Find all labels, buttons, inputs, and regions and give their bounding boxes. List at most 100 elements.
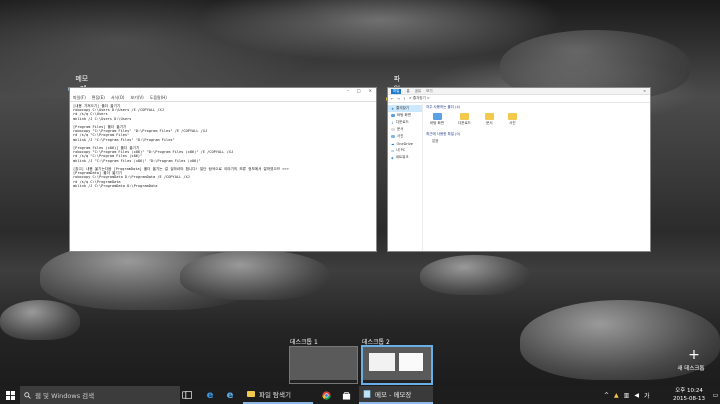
folder-label: 바탕 화면 — [430, 121, 444, 125]
notepad-text-area[interactable]: [내용 가져오기] 폴더 옮기기 robocopy C:\Users D:\Use… — [70, 102, 376, 190]
explorer-content: 자주 사용하는 폴더 (4) 바탕 화면 다운로드 문서 사진 최근에 사용한 … — [424, 102, 650, 251]
network-icon[interactable]: ▥ — [624, 392, 630, 399]
search-placeholder: 웹 및 Windows 검색 — [35, 392, 95, 400]
maximize-icon[interactable]: □ — [357, 88, 361, 94]
taskbar-app-explorer[interactable]: 파일 탐색기 — [243, 386, 313, 404]
search-box[interactable]: 웹 및 Windows 검색 — [20, 386, 180, 404]
folder-label: 다운로드 — [458, 121, 471, 125]
windows-logo-icon — [5, 390, 15, 400]
ie-button[interactable]: e — [223, 386, 237, 404]
explorer-navigation-pane: ★ 즐겨찾기 바탕 화면 ↓ 다운로드 문서 사진 ☁ OneDrive ▭ 내 PC … — [388, 102, 423, 251]
clock[interactable]: 오후 10:24 2015-08-13 — [669, 387, 709, 403]
nav-item-this-pc[interactable]: ▭ 내 PC — [388, 147, 422, 154]
volume-icon[interactable]: ◀ — [634, 392, 639, 399]
nav-label: 네트워크 — [395, 155, 409, 159]
nav-label: 문서 — [397, 127, 404, 131]
desktop-1-thumbnail[interactable] — [289, 346, 358, 384]
ribbon-tab-share[interactable]: 공유 — [415, 89, 421, 94]
download-icon: ↓ — [391, 120, 394, 125]
folder-label: 사진 — [509, 121, 516, 125]
rock — [0, 300, 80, 340]
folder-icon — [432, 113, 442, 120]
task-view-button[interactable] — [180, 386, 194, 404]
explorer-window[interactable]: 파일 홈 공유 보기 × ← → ↑ > 즐겨찾기 > ★ 즐겨찾기 바탕 화면 … — [388, 88, 650, 251]
quick-access-header[interactable]: 자주 사용하는 폴더 (4) — [424, 102, 650, 113]
ribbon-tab-view[interactable]: 보기 — [426, 89, 432, 94]
close-icon[interactable]: × — [643, 89, 650, 93]
notification-icon: ▭ — [712, 391, 719, 399]
notepad-menu-bar: 파일(F) 편집(E) 서식(O) 보기(V) 도움말(H) — [70, 94, 376, 102]
minimize-icon[interactable]: – — [347, 88, 349, 94]
new-desktop-button[interactable]: + 새 데스크톱 — [677, 347, 706, 372]
folder-icon — [484, 113, 494, 120]
menu-view[interactable]: 보기(V) — [130, 95, 143, 101]
desktop-icon — [391, 114, 395, 117]
nav-label: OneDrive — [396, 141, 413, 146]
thumbnail-taskbar — [290, 380, 357, 383]
nav-label: 바탕 화면 — [397, 113, 411, 117]
folder-tile[interactable]: 바탕 화면 — [430, 113, 444, 126]
taskbar-app-notepad[interactable]: 메모 - 메모장 — [359, 386, 433, 404]
folder-grid: 바탕 화면 다운로드 문서 사진 — [424, 113, 650, 126]
nav-label: 다운로드 — [395, 120, 409, 124]
nav-item-network[interactable]: ◈ 네트워크 — [388, 154, 422, 161]
folder-label: 문서 — [486, 121, 493, 125]
taskbar-app-label: 메모 - 메모장 — [375, 391, 412, 399]
rock — [420, 255, 530, 295]
close-icon[interactable]: × — [369, 88, 372, 94]
computer-icon: ▭ — [391, 148, 395, 153]
recent-files-header[interactable]: 최근에 사용한 파일 (0) — [424, 126, 650, 139]
folder-icon — [247, 391, 255, 397]
new-desktop-label: 새 데스크톱 — [677, 366, 705, 372]
notepad-window[interactable]: – □ × 파일(F) 편집(E) 서식(O) 보기(V) 도움말(H) [내용… — [70, 88, 376, 251]
search-icon — [24, 391, 31, 399]
recent-files-empty: 없음 — [432, 139, 439, 143]
ribbon-tab-home[interactable]: 홈 — [406, 89, 409, 94]
chevron-up-icon[interactable]: ^ — [604, 392, 609, 399]
star-icon: ★ — [391, 106, 395, 111]
edge-button[interactable]: e — [203, 386, 217, 404]
folder-tile[interactable]: 다운로드 — [458, 113, 471, 126]
menu-file[interactable]: 파일(F) — [73, 95, 86, 101]
edge-icon: e — [206, 389, 214, 401]
store-button[interactable] — [339, 386, 353, 404]
menu-format[interactable]: 서식(O) — [111, 95, 125, 101]
clock-date: 2015-08-13 — [673, 396, 705, 402]
plus-icon: + — [688, 347, 700, 363]
picture-icon — [391, 135, 395, 138]
nav-item-onedrive[interactable]: ☁ OneDrive — [388, 140, 422, 147]
nav-label: 사진 — [397, 134, 404, 138]
rock — [180, 250, 330, 300]
desktop-1-label: 데스크톱 1 — [290, 339, 318, 346]
warning-icon[interactable]: ▲ — [614, 392, 619, 399]
notepad-line: mklink /J C:\ProgramData D:\ProgramData — [73, 183, 158, 188]
internet-explorer-icon: e — [226, 389, 234, 401]
up-arrow-icon[interactable]: ↑ — [403, 97, 406, 101]
nav-item-downloads[interactable]: ↓ 다운로드 — [388, 119, 422, 126]
thumbnail-explorer — [399, 353, 423, 371]
start-button[interactable] — [0, 386, 20, 404]
notepad-icon — [363, 390, 371, 398]
nav-item-documents[interactable]: 문서 — [388, 126, 422, 133]
cloud-icon: ☁ — [391, 141, 395, 146]
nav-item-desktop[interactable]: 바탕 화면 — [388, 112, 422, 119]
store-icon — [342, 391, 350, 400]
clock-time: 오후 10:24 — [675, 388, 703, 394]
folder-tile[interactable]: 문서 — [484, 113, 494, 126]
nav-item-pictures[interactable]: 사진 — [388, 133, 422, 140]
menu-help[interactable]: 도움말(H) — [150, 95, 167, 101]
nav-item-quick-access[interactable]: ★ 즐겨찾기 — [388, 105, 422, 112]
menu-edit[interactable]: 편집(E) — [92, 95, 105, 101]
ime-indicator[interactable]: 가 — [644, 391, 650, 400]
forward-arrow-icon[interactable]: → — [397, 97, 400, 101]
system-tray: ^ ▲ ▥ ◀ 가 — [604, 386, 649, 404]
task-view-icon — [182, 391, 192, 399]
thumbnail-notepad — [369, 353, 395, 371]
explorer-ribbon: 파일 홈 공유 보기 × — [388, 88, 650, 95]
action-center-button[interactable]: ▭ — [711, 386, 720, 404]
back-arrow-icon[interactable]: ← — [391, 97, 394, 101]
ribbon-tab-file[interactable]: 파일 — [391, 88, 402, 94]
folder-tile[interactable]: 사진 — [507, 113, 517, 126]
desktop-2-thumbnail[interactable] — [361, 345, 433, 385]
chrome-button[interactable] — [319, 386, 333, 404]
